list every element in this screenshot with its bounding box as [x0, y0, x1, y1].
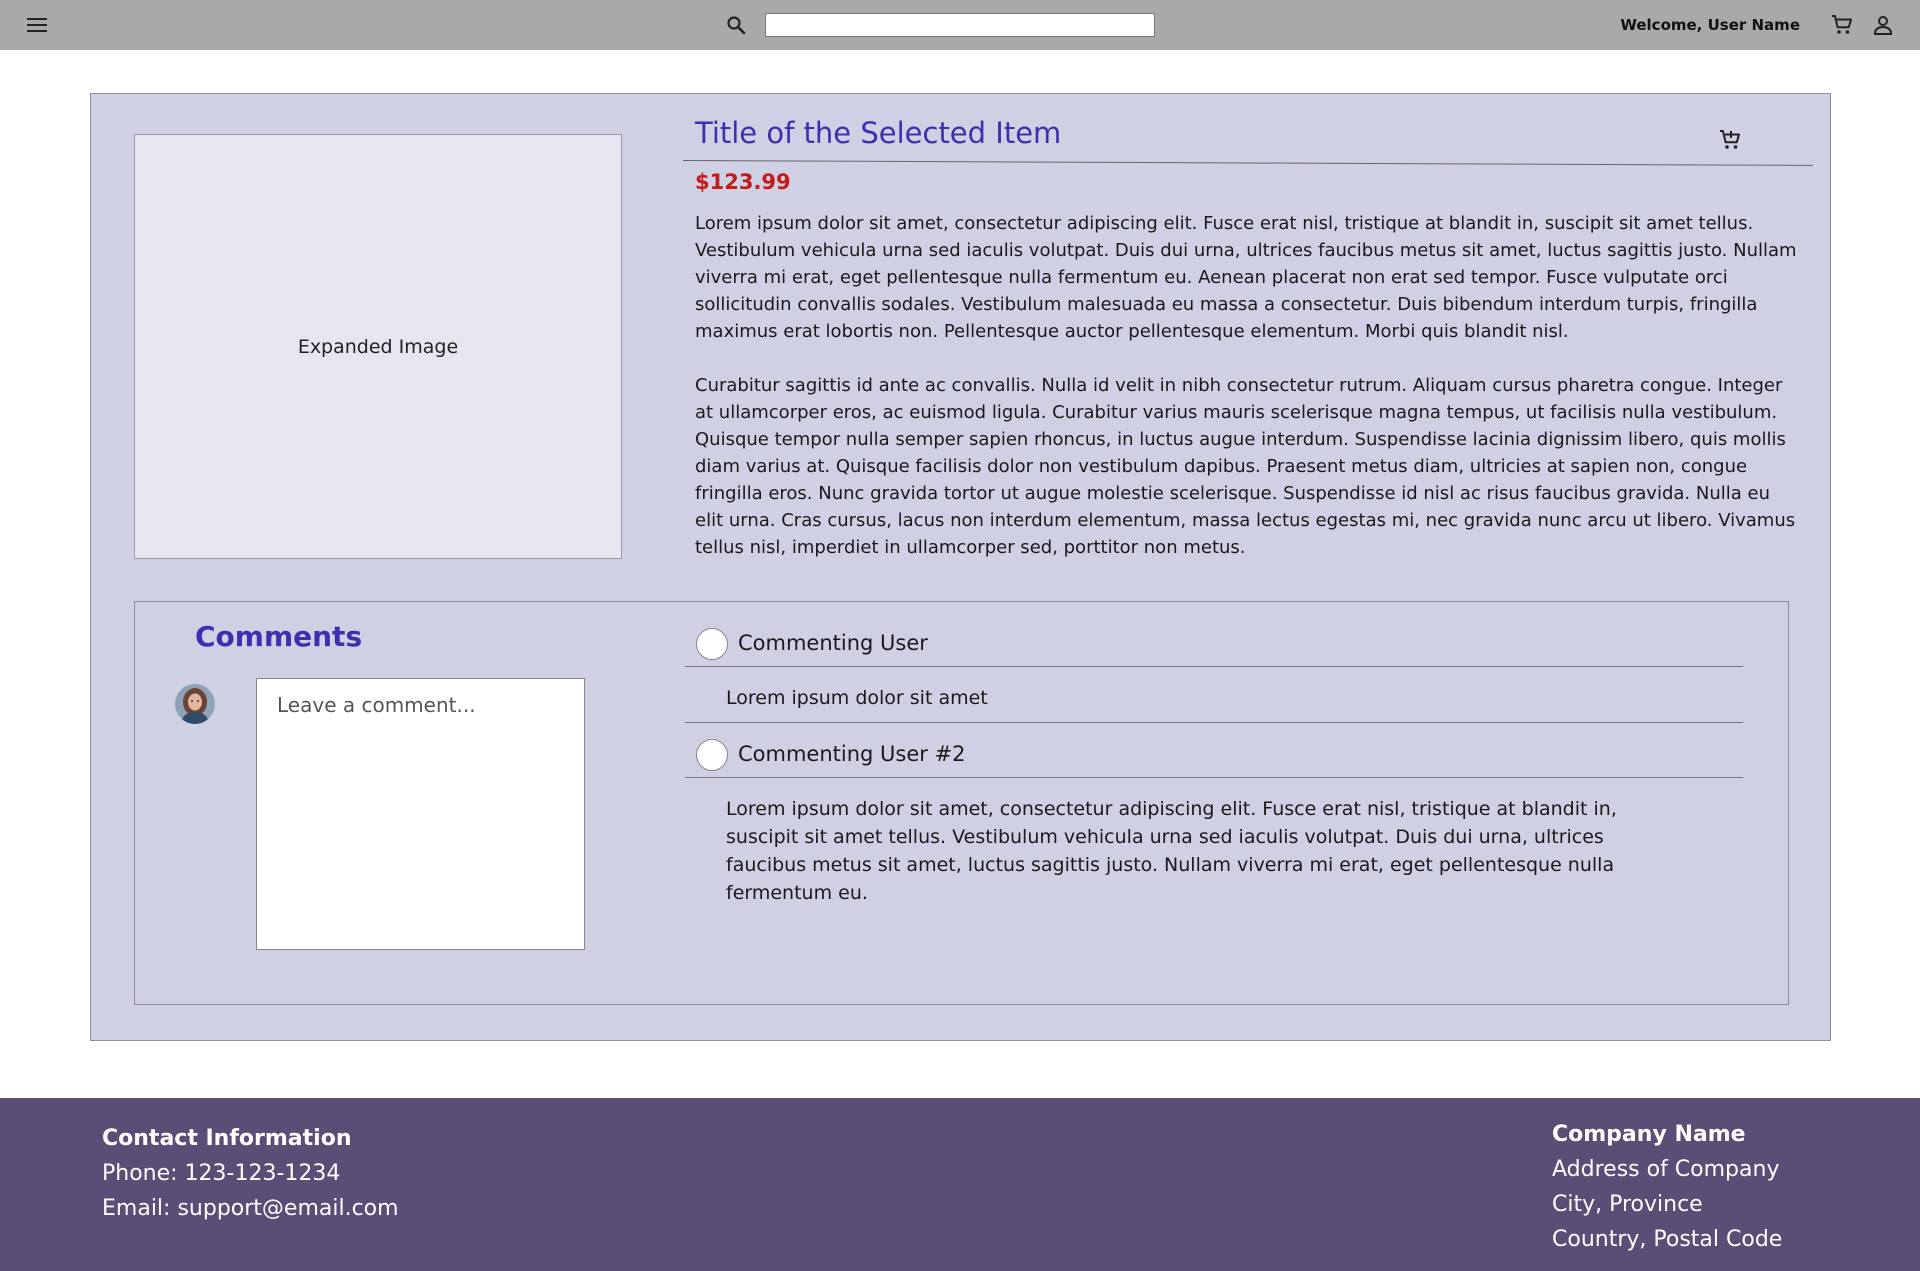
company-name: Company Name — [1552, 1122, 1746, 1147]
top-bar: Welcome, User Name — [0, 0, 1920, 50]
comments-title: Comments — [195, 620, 363, 653]
contact-info: Contact Information Phone: 123-123-1234 … — [102, 1121, 399, 1226]
user-icon[interactable] — [1870, 12, 1896, 38]
company-country: Country, Postal Code — [1552, 1227, 1783, 1252]
company-info: Company Name Address of Company City, Pr… — [1552, 1117, 1782, 1257]
commenter-avatar[interactable] — [696, 739, 728, 771]
footer: Contact Information Phone: 123-123-1234 … — [0, 1098, 1920, 1271]
search-input[interactable] — [765, 13, 1155, 37]
company-address: Address of Company — [1552, 1157, 1780, 1182]
comments-section: Comments Commenting User Lorem ipsum dol… — [134, 601, 1789, 1005]
description-paragraph: Curabitur sagittis id ante ac convallis.… — [695, 375, 1796, 558]
comment-divider — [685, 722, 1743, 723]
search-icon[interactable] — [724, 13, 748, 37]
item-card: Expanded Image Title of the Selected Ite… — [90, 93, 1831, 1041]
comment-header: Commenting User — [685, 621, 1743, 667]
comment-text: Lorem ipsum dolor sit amet — [726, 687, 988, 709]
title-divider — [682, 160, 1813, 166]
company-city: City, Province — [1552, 1192, 1703, 1217]
comment-header: Commenting User #2 — [685, 732, 1743, 778]
item-price: $123.99 — [695, 170, 791, 194]
add-to-cart-icon[interactable] — [1716, 126, 1744, 154]
comment-text: Lorem ipsum dolor sit amet, consectetur … — [726, 798, 1617, 904]
cart-icon[interactable] — [1829, 12, 1855, 38]
commenter-name: Commenting User #2 — [738, 742, 966, 766]
expanded-image[interactable]: Expanded Image — [134, 134, 622, 559]
welcome-text: Welcome, User Name — [1620, 16, 1800, 34]
menu-icon[interactable] — [24, 13, 50, 37]
commenter-name: Commenting User — [738, 631, 928, 655]
comment-input[interactable] — [256, 678, 585, 950]
item-title: Title of the Selected Item — [695, 116, 1062, 150]
description-paragraph: Lorem ipsum dolor sit amet, consectetur … — [695, 213, 1797, 342]
avatar[interactable] — [175, 684, 215, 724]
commenter-avatar[interactable] — [696, 628, 728, 660]
contact-title: Contact Information — [102, 1126, 352, 1151]
item-description: Lorem ipsum dolor sit amet, consectetur … — [695, 210, 1800, 588]
expanded-image-label: Expanded Image — [297, 335, 459, 358]
contact-phone: Phone: 123-123-1234 — [102, 1161, 341, 1186]
contact-email: Email: support@email.com — [102, 1196, 399, 1221]
